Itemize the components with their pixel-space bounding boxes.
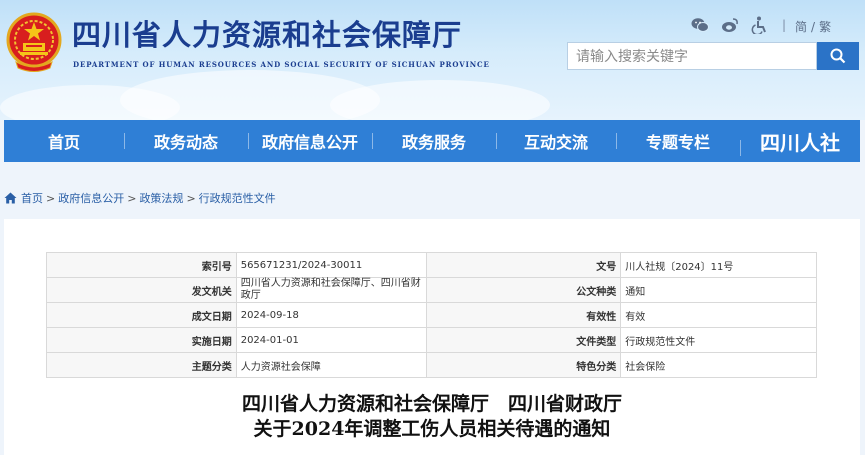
breadcrumb-home[interactable]: 首页 xyxy=(21,190,43,206)
content-panel: 索引号 565671231/2024-30011 文号 川人社规〔2024〕11… xyxy=(4,219,860,455)
breadcrumb-separator: > xyxy=(186,191,196,205)
table-row: 实施日期 2024-01-01 文件类型 行政规范性文件 xyxy=(46,327,817,353)
main-nav: 首页 政务动态 政府信息公开 政务服务 互动交流 专题专栏 四川人社 xyxy=(4,120,860,162)
nav-item-news[interactable]: 政务动态 xyxy=(124,120,248,162)
nav-item-services[interactable]: 政务服务 xyxy=(372,120,496,162)
lang-simplified-link[interactable]: 简 xyxy=(795,20,807,34)
background-cloud xyxy=(330,80,550,120)
meta-value: 人力资源社会保障 xyxy=(235,352,427,378)
breadcrumb-separator: > xyxy=(127,191,137,205)
table-row: 成文日期 2024-09-18 有效性 有效 xyxy=(46,302,817,328)
meta-key: 成文日期 xyxy=(46,302,237,328)
meta-value: 565671231/2024-30011 xyxy=(235,252,427,278)
table-row: 发文机关 四川省人力资源和社会保障厅、四川省财政厅 公文种类 通知 xyxy=(46,277,817,303)
meta-key: 公文种类 xyxy=(425,277,622,303)
breadcrumb: 首页 > 政府信息公开 > 政策法规 > 行政规范性文件 xyxy=(4,190,276,206)
document-title: 四川省人力资源和社会保障厅 四川省财政厅 关于2024年调整工伤人员相关待遇的通… xyxy=(4,392,860,442)
breadcrumb-separator: > xyxy=(46,191,56,205)
document-title-line2: 关于2024年调整工伤人员相关待遇的通知 xyxy=(253,418,611,440)
meta-value: 川人社规〔2024〕11号 xyxy=(620,252,817,278)
search-placeholder: 请输入搜索关键字 xyxy=(576,49,688,65)
weibo-icon[interactable] xyxy=(720,16,740,34)
lang-separator: / xyxy=(811,20,816,34)
breadcrumb-normative-documents[interactable]: 行政规范性文件 xyxy=(199,190,276,206)
nav-item-topics[interactable]: 专题专栏 xyxy=(616,120,740,162)
lang-traditional-link[interactable]: 繁 xyxy=(819,20,831,34)
table-row: 主题分类 人力资源社会保障 特色分类 社会保险 xyxy=(46,352,817,378)
meta-key: 文号 xyxy=(425,252,622,278)
wechat-icon[interactable] xyxy=(690,16,710,34)
national-emblem-icon[interactable] xyxy=(6,12,62,74)
meta-value: 有效 xyxy=(620,302,817,328)
meta-value: 2024-01-01 xyxy=(235,327,427,353)
site-subtitle: DEPARTMENT OF HUMAN RESOURCES AND SOCIAL… xyxy=(73,60,490,69)
table-row: 索引号 565671231/2024-30011 文号 川人社规〔2024〕11… xyxy=(46,252,817,278)
document-meta-table: 索引号 565671231/2024-30011 文号 川人社规〔2024〕11… xyxy=(46,252,817,378)
home-icon xyxy=(4,192,17,204)
site-header: 四川省人力资源和社会保障厅 DEPARTMENT OF HUMAN RESOUR… xyxy=(0,0,865,120)
meta-key: 索引号 xyxy=(46,252,237,278)
breadcrumb-info-disclosure[interactable]: 政府信息公开 xyxy=(58,190,124,206)
search-button[interactable] xyxy=(817,42,859,70)
accessibility-icon[interactable] xyxy=(750,16,770,34)
meta-value: 2024-09-18 xyxy=(235,302,427,328)
language-switch: 简 / 繁 xyxy=(795,18,831,35)
search-input[interactable]: 请输入搜索关键字 xyxy=(567,42,817,70)
meta-value: 通知 xyxy=(620,277,817,303)
meta-key: 主题分类 xyxy=(46,352,237,378)
meta-key: 发文机关 xyxy=(46,277,237,303)
meta-key: 特色分类 xyxy=(425,352,622,378)
meta-value: 四川省人力资源和社会保障厅、四川省财政厅 xyxy=(235,277,427,303)
meta-value: 行政规范性文件 xyxy=(620,327,817,353)
meta-value: 社会保险 xyxy=(620,352,817,378)
meta-key: 实施日期 xyxy=(46,327,237,353)
meta-key: 文件类型 xyxy=(425,327,622,353)
nav-item-home[interactable]: 首页 xyxy=(4,120,124,162)
search-icon xyxy=(830,48,846,64)
document-title-line1: 四川省人力资源和社会保障厅 四川省财政厅 xyxy=(241,393,622,415)
breadcrumb-policies[interactable]: 政策法规 xyxy=(139,190,183,206)
header-divider: | xyxy=(782,18,787,32)
sichuan-renshe-logo[interactable]: 四川人社 xyxy=(740,127,860,156)
nav-item-info-disclosure[interactable]: 政府信息公开 xyxy=(248,120,372,162)
social-links xyxy=(690,16,780,34)
meta-key: 有效性 xyxy=(425,302,622,328)
nav-item-interaction[interactable]: 互动交流 xyxy=(496,120,616,162)
site-title[interactable]: 四川省人力资源和社会保障厅 xyxy=(72,12,462,54)
